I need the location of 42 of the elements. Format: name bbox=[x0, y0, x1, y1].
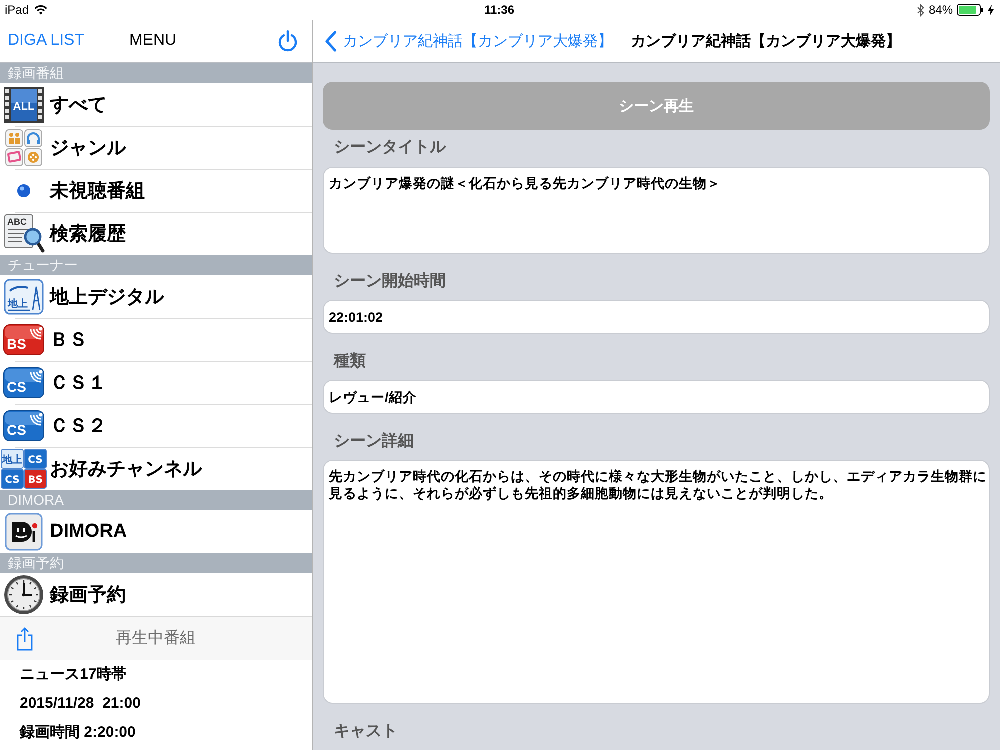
bluetooth-icon bbox=[916, 4, 925, 16]
face-icon bbox=[5, 512, 43, 550]
wifi-icon bbox=[34, 5, 48, 15]
share-button[interactable] bbox=[16, 626, 34, 650]
section-header: チューナー bbox=[0, 255, 312, 275]
film-icon: ALL bbox=[4, 86, 44, 122]
satellite-icon: BS bbox=[3, 324, 45, 356]
satellite-icon: CS bbox=[3, 366, 45, 398]
battery-percent: 84% bbox=[928, 3, 953, 17]
tower-icon: 地上 bbox=[4, 278, 44, 314]
satellite-icon: CS bbox=[3, 410, 45, 442]
program-info-text: 録画時間 2:20:00 bbox=[20, 723, 137, 743]
share-icon bbox=[16, 626, 34, 650]
category-tiles-icon bbox=[5, 128, 43, 166]
now-playing-title: 再生中番組 bbox=[116, 628, 196, 649]
section-header: 録画番組 bbox=[0, 63, 312, 83]
battery-icon bbox=[957, 4, 984, 16]
power-icon bbox=[278, 30, 298, 52]
text-panel: カンブリア爆発の謎＜化石から見る先カンブリア時代の生物＞ bbox=[323, 167, 990, 254]
clock-time: 11:36 bbox=[484, 3, 515, 17]
menu-item[interactable]: 地上 CS CS BS お好みチャンネル bbox=[0, 447, 312, 490]
device-name: iPad bbox=[5, 3, 30, 17]
field-label: シーンタイトル bbox=[333, 138, 448, 158]
nav-title: カンブリア紀神話【カンブリア大爆発】 bbox=[631, 32, 901, 50]
section-header: 録画予約 bbox=[0, 553, 312, 573]
value-panel: 22:01:02 bbox=[323, 300, 990, 334]
value-panel: レヴュー/紹介 bbox=[323, 380, 990, 414]
field-label: シーン詳細 bbox=[333, 431, 415, 452]
field-label: キャスト bbox=[333, 722, 399, 742]
program-info-text: 2015/11/28 21:00 bbox=[20, 694, 142, 714]
field-label: 種類 bbox=[332, 352, 367, 372]
program-info-text: ニュース17時帯 bbox=[20, 665, 128, 685]
chevron-icon bbox=[325, 30, 337, 52]
nav-title: MENU bbox=[129, 32, 177, 50]
power-button[interactable] bbox=[278, 30, 298, 52]
field-label: シーン開始時間 bbox=[333, 272, 447, 292]
charging-icon bbox=[988, 4, 994, 16]
back-link[interactable]: DIGA LIST bbox=[8, 32, 84, 50]
section-header: DIMORA bbox=[0, 490, 312, 510]
back-button[interactable]: カンブリア紀神話【カンブリア大爆発】 bbox=[325, 30, 613, 52]
dot-icon bbox=[17, 184, 31, 198]
text-panel: 先カンブリア時代の化石からは、その時代に様々な大形生物がいたこと、しかし、エディアカラ生物群に見るように、それらが必ずしも先祖的多細胞動物には見えないことが判明した。 bbox=[323, 460, 990, 704]
